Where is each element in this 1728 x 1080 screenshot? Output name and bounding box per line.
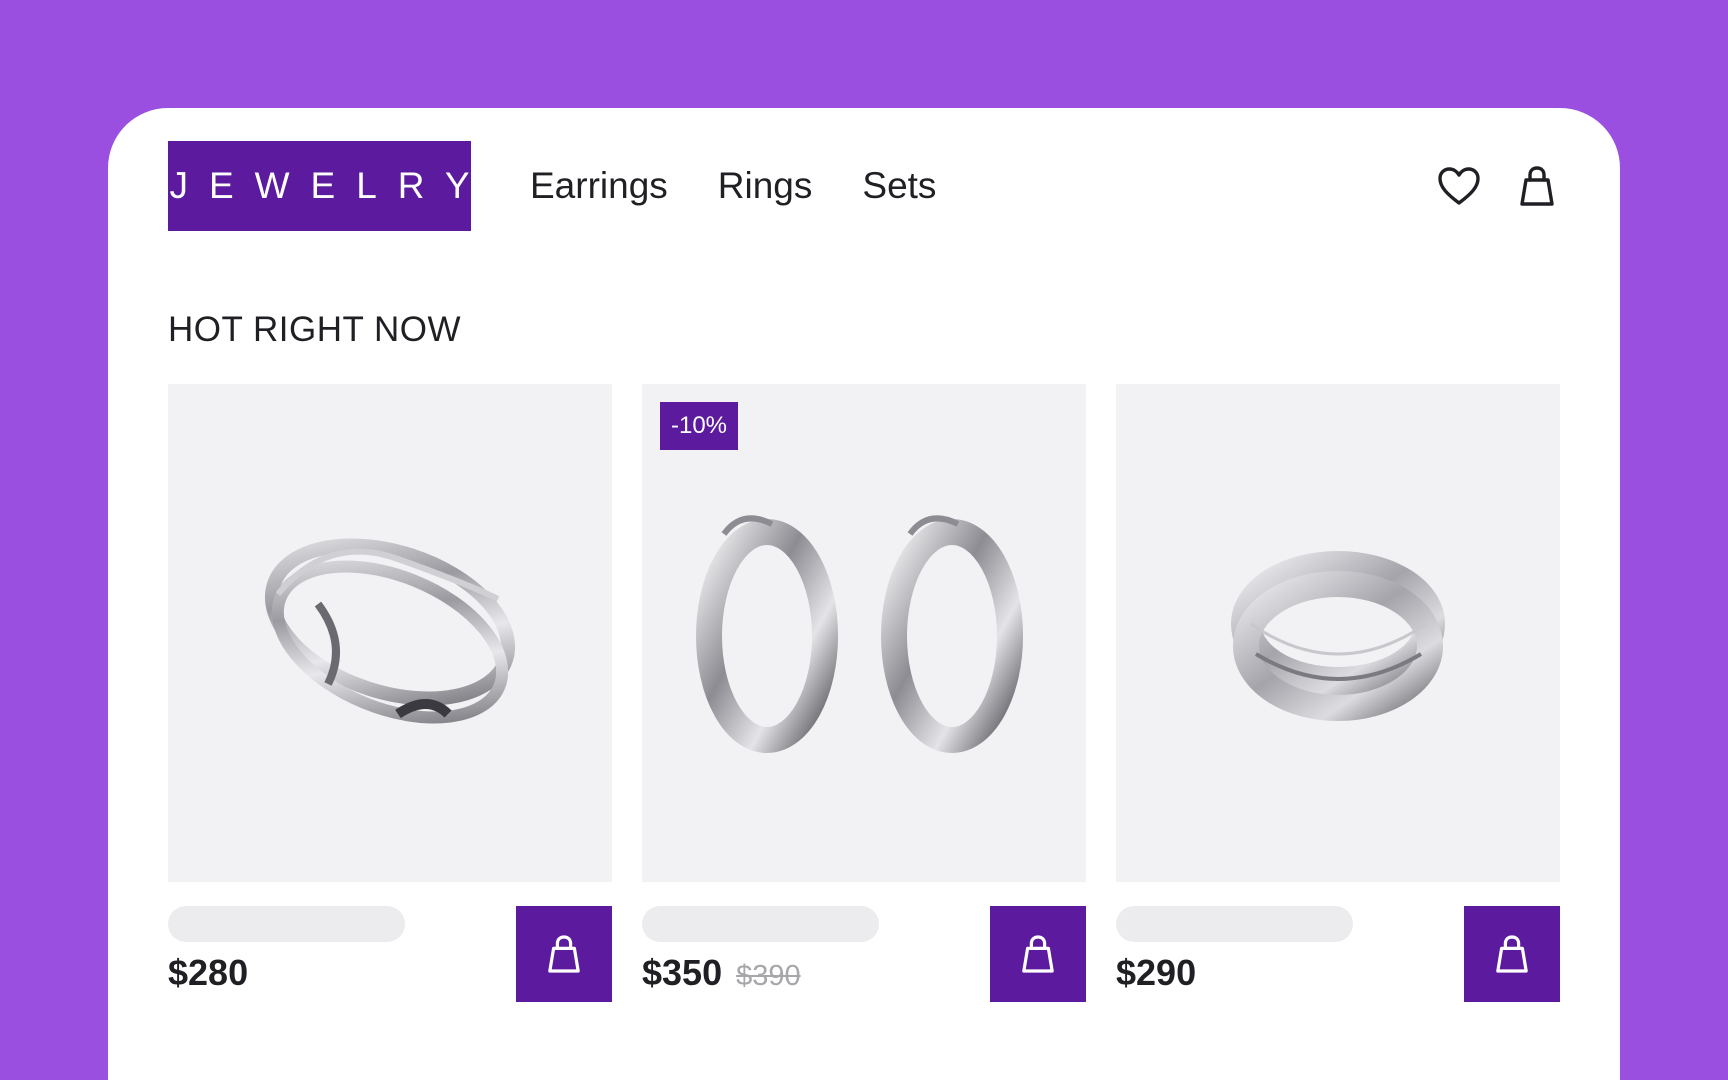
product-image[interactable] [168,384,612,882]
shopping-bag-icon [548,935,580,973]
product-grid: $280 -10% $350 $390 $290 [168,384,1560,1024]
add-to-cart-button[interactable] [516,906,612,1002]
store-card: JEWELRY Earrings Rings Sets HOT RIGHT NO… [108,108,1620,1080]
cart-button[interactable] [1514,163,1560,209]
ring-image [264,538,516,724]
product-card[interactable]: $280 [168,384,612,1004]
nav-item-rings[interactable]: Rings [718,165,813,207]
add-to-cart-button[interactable] [990,906,1086,1002]
logo[interactable]: JEWELRY [168,141,471,231]
header: JEWELRY Earrings Rings Sets [168,141,1560,231]
nav-item-sets[interactable]: Sets [862,165,936,207]
price-row: $290 [1116,952,1196,994]
heart-icon [1438,167,1480,205]
shopping-bag-icon [1520,166,1554,206]
product-image[interactable] [642,384,1086,882]
shopping-bag-icon [1496,935,1528,973]
add-to-cart-button[interactable] [1464,906,1560,1002]
product-name-placeholder [168,906,405,942]
product-name-placeholder [1116,906,1353,942]
product-image[interactable] [1116,384,1560,882]
shopping-bag-icon [1022,935,1054,973]
header-actions [1436,161,1560,211]
wishlist-button[interactable] [1436,163,1482,209]
section-title: HOT RIGHT NOW [168,310,461,349]
ring-image [1231,551,1445,721]
discount-badge: -10% [660,402,738,450]
price-row: $350 $390 [642,952,801,994]
earrings-image [696,515,1023,753]
product-price: $350 [642,952,723,993]
product-price: $280 [168,952,249,993]
product-old-price: $390 [736,960,801,992]
product-price: $290 [1116,952,1197,993]
product-card[interactable]: $290 [1116,384,1560,1004]
product-name-placeholder [642,906,879,942]
main-nav: Earrings Rings Sets [530,141,936,231]
product-card[interactable]: -10% $350 $390 [642,384,1086,1004]
price-row: $280 [168,952,248,994]
nav-item-earrings[interactable]: Earrings [530,165,668,207]
